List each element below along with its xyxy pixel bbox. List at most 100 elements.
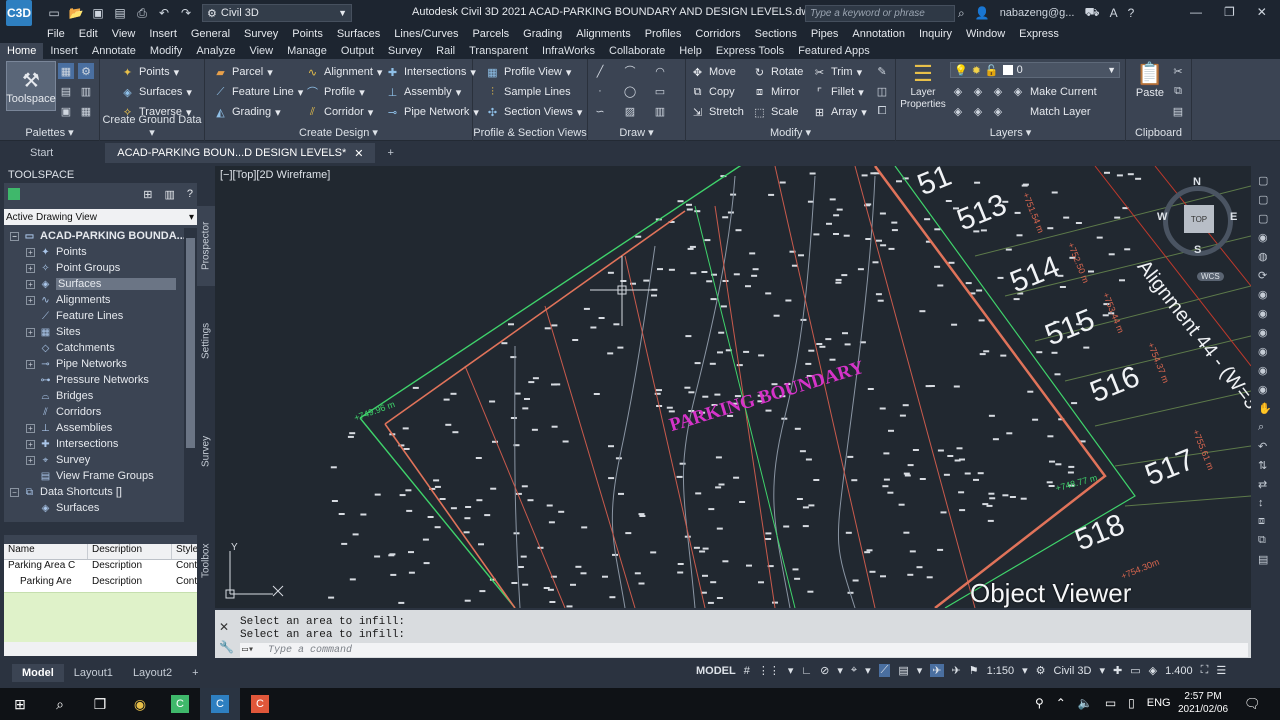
- help-icon[interactable]: ?: [187, 188, 193, 201]
- notification-icon[interactable]: 🗨: [1244, 696, 1261, 712]
- layer-properties-button[interactable]: ☰ Layer Properties: [900, 61, 946, 111]
- surfaces-button[interactable]: ◈ Surfaces ▾: [120, 83, 192, 101]
- intersections-button[interactable]: ✚ Intersections ▾: [385, 63, 476, 81]
- menu-insert[interactable]: Insert: [142, 28, 184, 40]
- tab-featured-apps[interactable]: Featured Apps: [791, 43, 877, 59]
- close-icon[interactable]: ✕: [354, 147, 363, 160]
- region-icon[interactable]: ▥: [652, 103, 668, 119]
- grid-icon[interactable]: #: [744, 665, 750, 677]
- language-indicator[interactable]: ENG: [1147, 697, 1171, 709]
- menu-surfaces[interactable]: Surfaces: [330, 28, 387, 40]
- tree-item-sites[interactable]: + ▦ Sites: [26, 324, 80, 340]
- minimize-icon[interactable]: —: [1190, 5, 1202, 19]
- chrome-icon[interactable]: ◉: [120, 688, 160, 720]
- chevron-up-icon[interactable]: ⌃: [1056, 696, 1066, 710]
- palette-icon-5[interactable]: ▣: [58, 103, 74, 119]
- grading-button[interactable]: ◭ Grading ▾: [213, 103, 280, 121]
- vtab-survey[interactable]: Survey: [197, 416, 215, 486]
- zoom-icon[interactable]: ⌕: [1258, 421, 1272, 434]
- tab-collaborate[interactable]: Collaborate: [602, 43, 672, 59]
- offset-icon[interactable]: ⧠: [874, 103, 890, 119]
- user-icon[interactable]: 👤: [975, 6, 990, 20]
- orbit-icon[interactable]: ⟳: [1258, 269, 1272, 282]
- menu-pipes[interactable]: Pipes: [804, 28, 846, 40]
- command-input[interactable]: ▭▾ Type a command: [240, 643, 1248, 657]
- panel-title-palettes[interactable]: Palettes ▾: [0, 126, 99, 139]
- explode-icon[interactable]: ◫: [874, 83, 890, 99]
- tree-item-pressure-networks[interactable]: ⊶ Pressure Networks: [39, 372, 149, 388]
- menu-corridors[interactable]: Corridors: [688, 28, 747, 40]
- tree-root[interactable]: − ▭ ACAD-PARKING BOUNDA...: [10, 228, 184, 244]
- sample-lines-button[interactable]: ⫶ Sample Lines: [485, 83, 571, 101]
- chevron-down-icon[interactable]: ▾: [1099, 664, 1105, 677]
- rectangle-icon[interactable]: ▭: [652, 83, 668, 99]
- nav-icon-8[interactable]: ◉: [1258, 345, 1272, 358]
- network-icon[interactable]: ▭: [1105, 696, 1116, 710]
- corridor-button[interactable]: ⫽ Corridor ▾: [305, 103, 373, 121]
- command-prompt-icon[interactable]: ▭▾: [242, 644, 254, 656]
- tab-express-tools[interactable]: Express Tools: [709, 43, 791, 59]
- tab-rail[interactable]: Rail: [429, 43, 462, 59]
- alignment-button[interactable]: ∿ Alignment ▾: [305, 63, 383, 81]
- tree-item-intersections[interactable]: + ✚ Intersections: [26, 436, 118, 452]
- menu-inquiry[interactable]: Inquiry: [912, 28, 959, 40]
- palette-icon-2[interactable]: ⚙: [78, 63, 94, 79]
- menu-view[interactable]: View: [105, 28, 143, 40]
- chevron-down-icon[interactable]: ▾: [1022, 664, 1028, 677]
- fillet-button[interactable]: ⌜ Fillet ▾: [812, 83, 864, 101]
- tree-item-point-groups[interactable]: + ✧ Point Groups: [26, 260, 120, 276]
- search-icon[interactable]: ⌕: [40, 688, 80, 720]
- vtab-prospector[interactable]: Prospector: [197, 206, 215, 286]
- menu-survey[interactable]: Survey: [237, 28, 285, 40]
- transparency-icon[interactable]: ▤: [898, 664, 908, 677]
- search-icon[interactable]: ⌕: [958, 6, 965, 21]
- tab-model[interactable]: Model: [12, 664, 64, 682]
- tab-active-drawing[interactable]: ACAD-PARKING BOUN...D DESIGN LEVELS* ✕: [105, 143, 376, 163]
- tree-icon[interactable]: ⊞: [143, 188, 152, 201]
- menu-annotation[interactable]: Annotation: [845, 28, 912, 40]
- menu-sections[interactable]: Sections: [748, 28, 804, 40]
- vtab-toolbox[interactable]: Toolbox: [197, 526, 215, 596]
- pan-icon[interactable]: ✋: [1258, 402, 1272, 415]
- plus-icon[interactable]: ✚: [1113, 664, 1122, 677]
- points-button[interactable]: ✦ Points ▾: [120, 63, 179, 81]
- tab-modify[interactable]: Modify: [143, 43, 189, 59]
- vtab-settings[interactable]: Settings: [197, 306, 215, 376]
- spline-icon[interactable]: ∽: [592, 103, 608, 119]
- tab-layout2[interactable]: Layout2: [123, 664, 182, 682]
- annoscale-icon[interactable]: ✈: [952, 664, 961, 677]
- trim-button[interactable]: ✂ Trim ▾: [812, 63, 862, 81]
- stretch-button[interactable]: ⇲ Stretch: [690, 103, 744, 121]
- globe-icon[interactable]: ◉: [1258, 231, 1272, 244]
- nav-icon-5[interactable]: ◉: [1258, 288, 1272, 301]
- tab-layout1[interactable]: Layout1: [64, 664, 123, 682]
- palette-icon-1[interactable]: ▦: [58, 63, 74, 79]
- tab-annotate[interactable]: Annotate: [85, 43, 143, 59]
- open-icon[interactable]: 📂: [68, 5, 84, 21]
- mirror-button[interactable]: ⧈ Mirror: [752, 83, 800, 101]
- nav-icon-2[interactable]: ▢: [1258, 193, 1272, 206]
- tree-item-corridors[interactable]: ⫽ Corridors: [39, 404, 101, 420]
- nav-icon-16[interactable]: ⧉: [1258, 534, 1272, 547]
- viewport-label[interactable]: [−][Top][2D Wireframe]: [220, 169, 330, 181]
- tree-item-catchments[interactable]: ◇ Catchments: [39, 340, 115, 356]
- model-space-toggle[interactable]: MODEL: [696, 665, 736, 677]
- nav-icon-11[interactable]: ↶: [1258, 440, 1272, 453]
- tab-insert[interactable]: Insert: [43, 43, 85, 59]
- tab-help[interactable]: Help: [672, 43, 709, 59]
- tree-item-ds-surfaces[interactable]: ◈ Surfaces: [39, 500, 100, 516]
- view-cube[interactable]: TOP N S E W WCS: [1155, 176, 1241, 281]
- clock[interactable]: 2:57 PM 2021/02/06: [1178, 690, 1228, 716]
- toggle-icon[interactable]: ▥: [164, 188, 174, 201]
- match-layer-button[interactable]: Match Layer: [1030, 103, 1091, 121]
- close-icon[interactable]: ✕: [1257, 5, 1267, 19]
- tree-scroll-thumb[interactable]: [186, 238, 195, 448]
- col-description[interactable]: Description: [88, 544, 172, 559]
- add-layout-button[interactable]: +: [182, 664, 208, 682]
- wcs-menu[interactable]: WCS: [1197, 272, 1224, 281]
- tab-analyze[interactable]: Analyze: [189, 43, 242, 59]
- gear-icon[interactable]: ⚙: [1036, 664, 1046, 677]
- layer-tool-icon-3[interactable]: ◈: [990, 83, 1006, 99]
- app-icon[interactable]: C3D: [6, 0, 32, 26]
- menu-express[interactable]: Express: [1012, 28, 1066, 40]
